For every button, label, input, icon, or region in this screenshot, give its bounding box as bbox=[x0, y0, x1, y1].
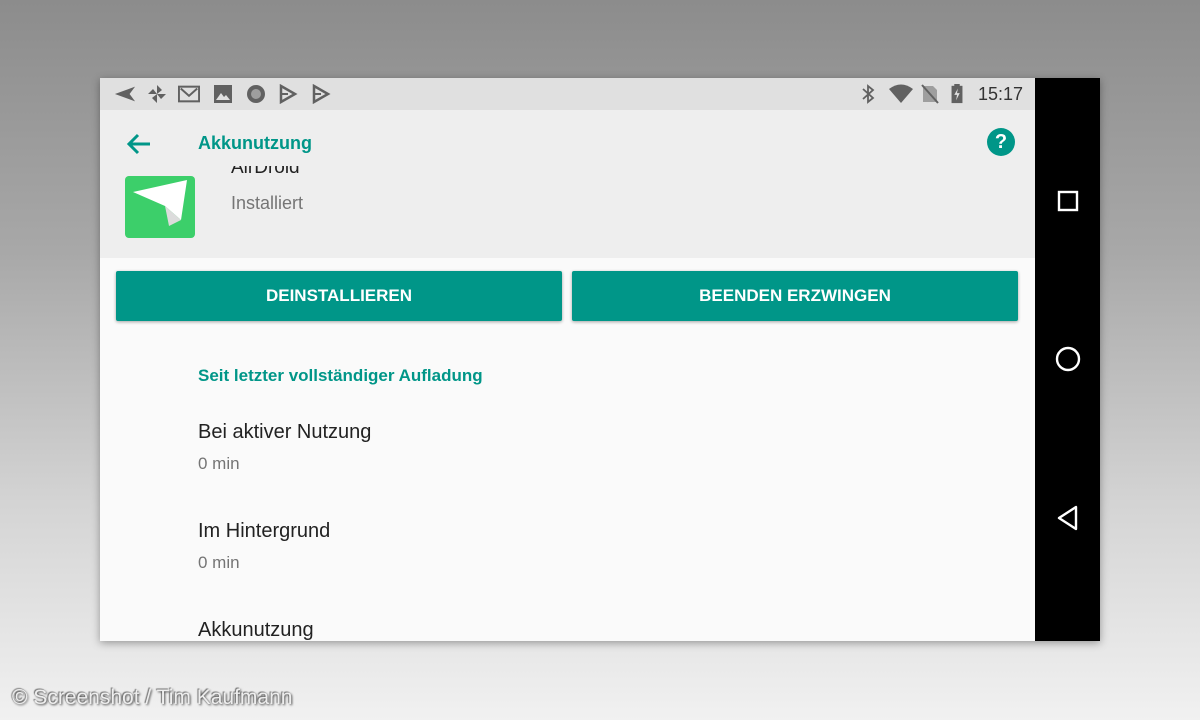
send-icon bbox=[114, 84, 136, 104]
home-circle-icon[interactable] bbox=[1051, 342, 1085, 376]
screenshot-credit: © Screenshot / Tim Kaufmann bbox=[12, 686, 293, 709]
navigation-bar bbox=[1035, 78, 1100, 641]
circle-record-icon bbox=[245, 84, 267, 104]
android-device: 15:17 Akkunutzung ? AirDroid Installiert… bbox=[100, 78, 1100, 641]
pinwheel-icon bbox=[146, 84, 168, 104]
gmail-icon bbox=[177, 84, 201, 104]
recents-square-icon[interactable] bbox=[1051, 184, 1085, 218]
usage-item-active-value: 0 min bbox=[198, 454, 240, 473]
arrow-left-icon[interactable] bbox=[122, 129, 156, 159]
airdroid-app-icon bbox=[125, 176, 195, 238]
play-store-icon bbox=[277, 83, 299, 105]
screen: 15:17 Akkunutzung ? AirDroid Installiert… bbox=[100, 78, 1035, 641]
section-header: Seit letzter vollständiger Aufladung bbox=[198, 366, 483, 385]
uninstall-button[interactable]: DEINSTALLIEREN bbox=[116, 271, 562, 321]
wifi-icon bbox=[888, 84, 914, 104]
image-icon bbox=[212, 84, 234, 104]
clock: 15:17 bbox=[977, 84, 1023, 104]
app-install-status: Installiert bbox=[231, 193, 304, 213]
app-bar: Akkunutzung ? AirDroid Installiert bbox=[100, 110, 1035, 258]
usage-item-active-title: Bei aktiver Nutzung bbox=[198, 421, 372, 443]
help-circle-icon[interactable]: ? bbox=[987, 128, 1015, 156]
no-sim-icon bbox=[921, 84, 939, 104]
bluetooth-icon bbox=[860, 84, 876, 104]
page-title: Akkunutzung bbox=[198, 133, 312, 153]
app-name: AirDroid bbox=[231, 166, 300, 178]
usage-item-battery-title[interactable]: Akkunutzung bbox=[198, 619, 314, 641]
usage-item-background-title: Im Hintergrund bbox=[198, 520, 331, 542]
play-store-icon bbox=[310, 83, 332, 105]
back-triangle-icon[interactable] bbox=[1051, 501, 1085, 535]
usage-item-background-value: 0 min bbox=[198, 553, 240, 572]
force-stop-button[interactable]: BEENDEN ERZWINGEN bbox=[572, 271, 1018, 321]
status-bar: 15:17 bbox=[100, 78, 1035, 110]
battery-charging-icon bbox=[950, 84, 964, 104]
